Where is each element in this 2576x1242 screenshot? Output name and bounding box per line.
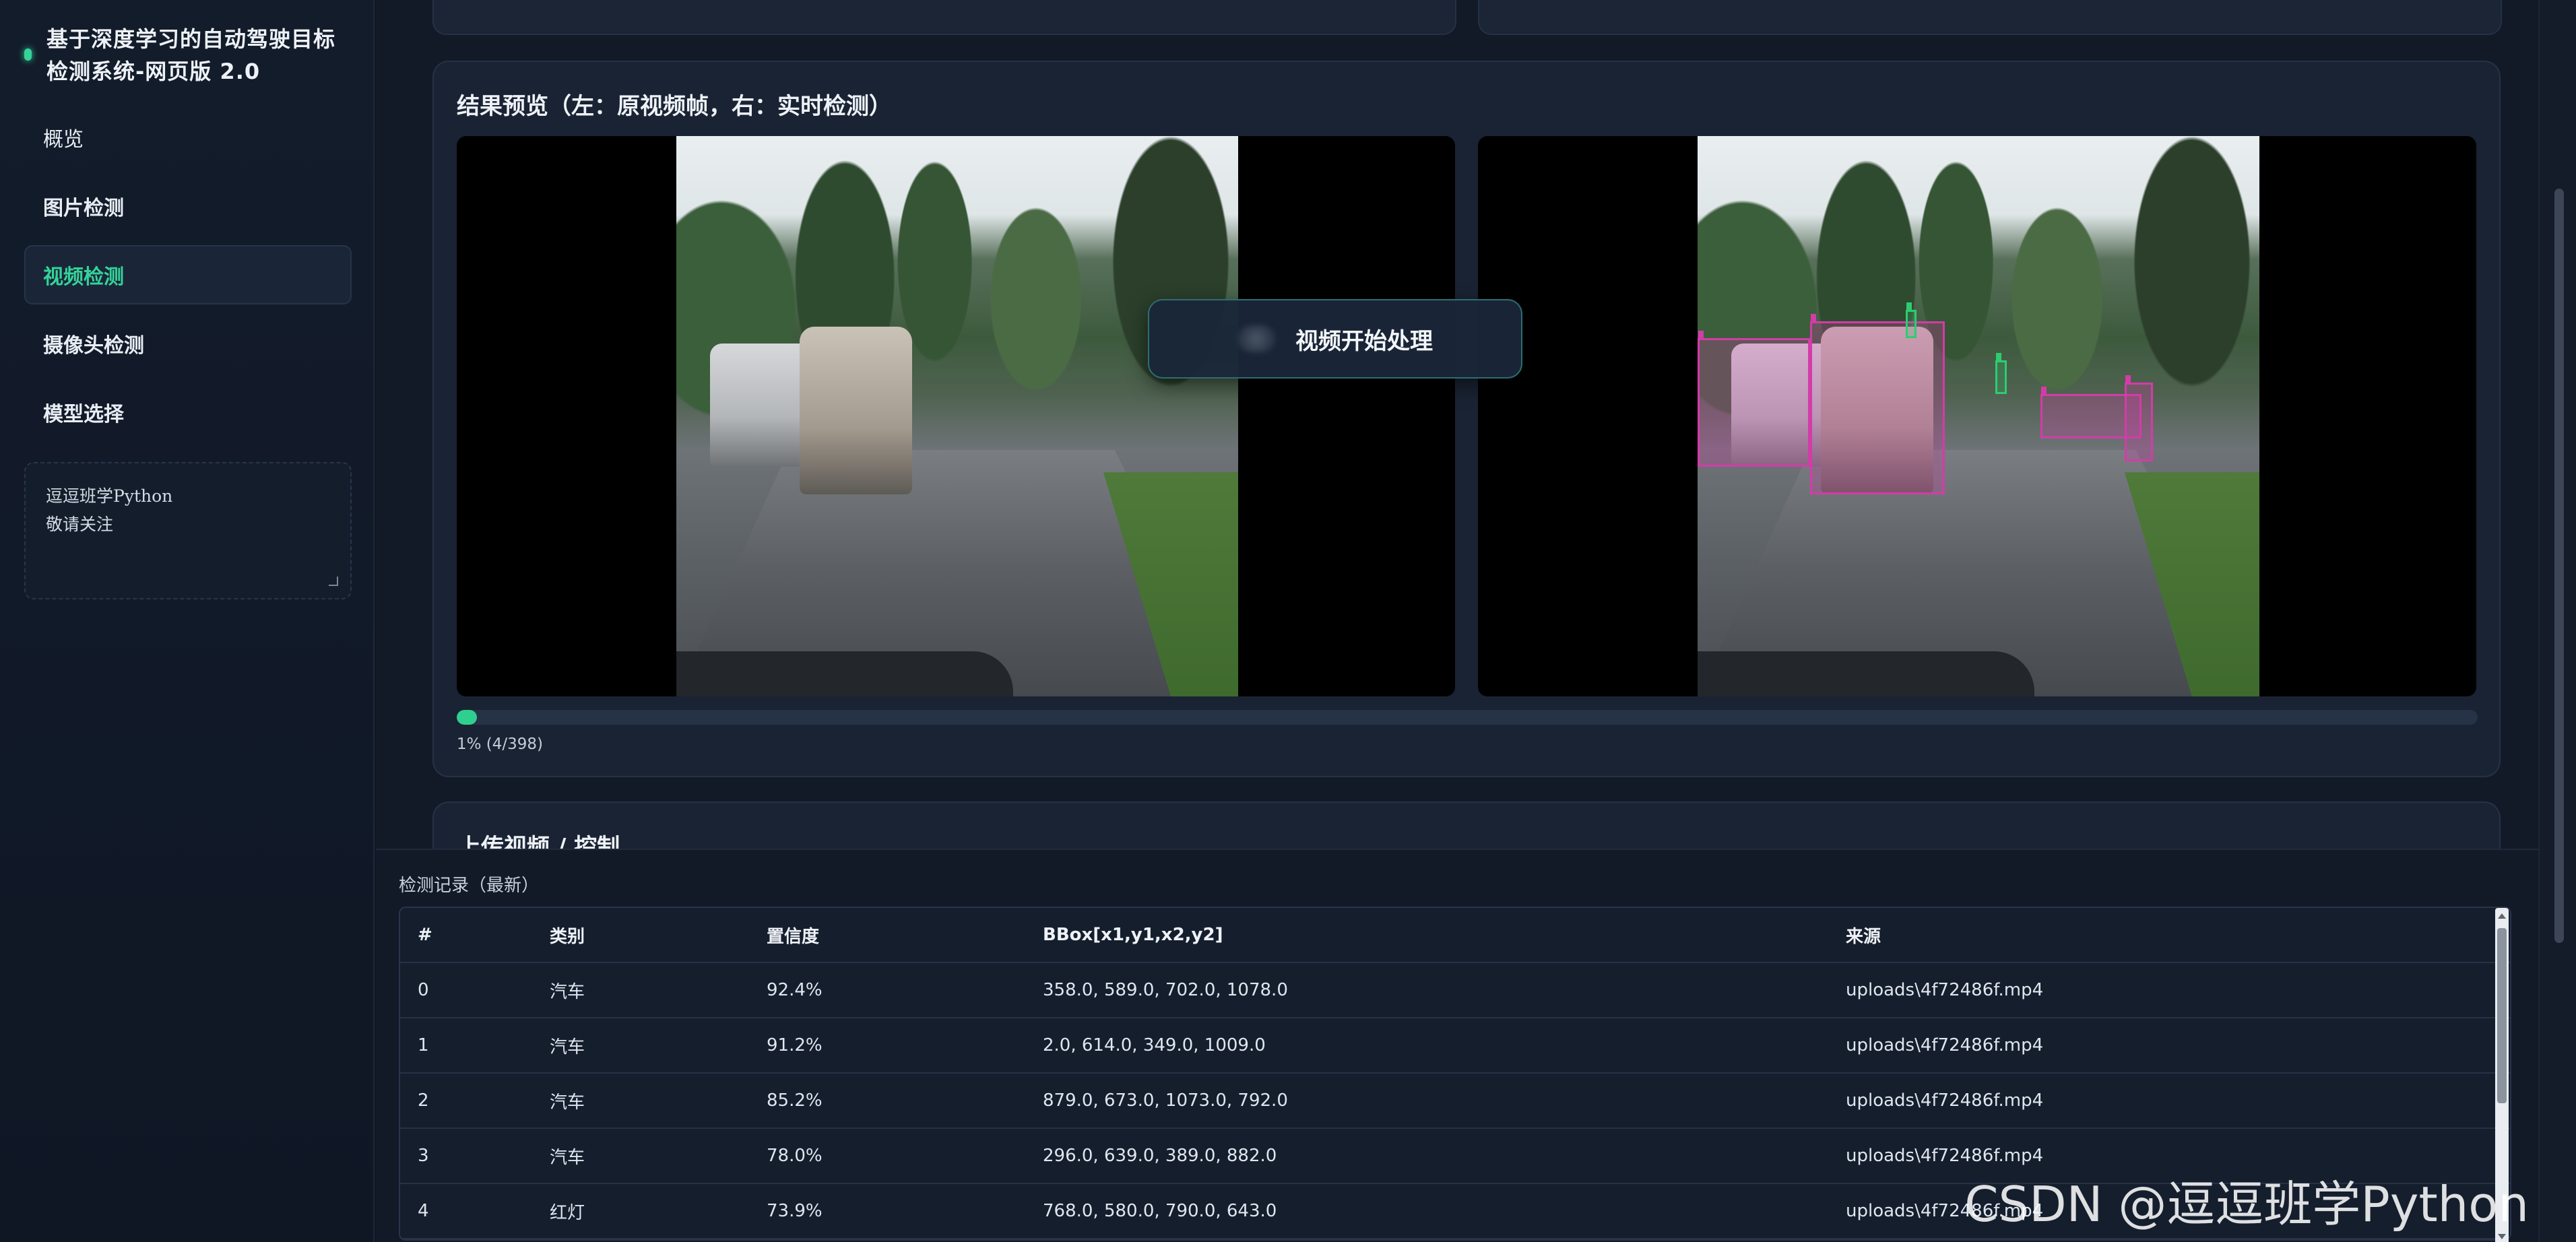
column-header[interactable]: 置信度 <box>749 923 1025 948</box>
cell-source: uploads\4f72486f.mp4 <box>1846 1146 2044 1166</box>
detection-box <box>1809 313 1945 495</box>
cell-class: 汽车 <box>550 1147 585 1168</box>
original-frame <box>457 136 1455 696</box>
cell-index: 1 <box>418 1035 429 1055</box>
toast-notification: 视频开始处理 <box>1148 299 1522 379</box>
brand: 基于深度学习的自动驾驶目标检测系统-网页版 2.0 <box>24 23 348 88</box>
toast-text: 视频开始处理 <box>1295 327 1433 355</box>
cell-bbox: 358.0, 589.0, 702.0, 1078.0 <box>1043 980 1288 1000</box>
detection-box-tag <box>1810 313 1816 322</box>
cell-confidence: 85.2% <box>767 1090 823 1111</box>
sidebar-item-label: 视频检测 <box>43 265 124 289</box>
cell-index: 2 <box>418 1090 429 1111</box>
detection-box-tag <box>2040 386 2047 395</box>
sidebar: 基于深度学习的自动驾驶目标检测系统-网页版 2.0 概览 图片检测 视频检测 摄… <box>0 0 375 1242</box>
cell-class: 红灯 <box>550 1202 585 1223</box>
scroll-up-icon[interactable] <box>2498 913 2506 919</box>
sidebar-item-label: 图片检测 <box>43 197 124 220</box>
preview-card: 结果预览（左：原视频帧，右：实时检测） 视频开始处理 1% (4/398) <box>432 61 2501 777</box>
detection-box-tag <box>1906 302 1912 310</box>
video-frame-image <box>676 136 1238 696</box>
column-header[interactable]: 类别 <box>532 923 749 948</box>
sidebar-nav: 概览 图片检测 视频检测 摄像头检测 模型选择 <box>24 108 352 451</box>
scene-dashboard <box>1698 651 2035 696</box>
sidebar-item-model-selection[interactable]: 模型选择 <box>24 383 352 442</box>
progress-bar <box>457 710 2478 725</box>
detected-frame <box>1478 136 2476 696</box>
scrollbar-thumb[interactable] <box>2554 189 2564 943</box>
app-title: 基于深度学习的自动驾驶目标检测系统-网页版 2.0 <box>46 26 336 84</box>
cell-confidence: 92.4% <box>767 980 823 1000</box>
detection-box-tag <box>1996 352 2002 361</box>
column-header[interactable]: 来源 <box>1828 923 2510 948</box>
preview-title: 结果预览（左：原视频帧，右：实时检测） <box>457 93 892 120</box>
note-line: 逗逗班学Python <box>46 486 173 506</box>
top-card-left <box>432 0 1456 35</box>
cell-source: uploads\4f72486f.mp4 <box>1846 1090 2044 1111</box>
page-scrollbar[interactable] <box>2538 0 2576 1242</box>
detection-box <box>1698 330 1810 467</box>
detection-box <box>1905 302 1917 338</box>
watermark: CSDN @逗逗班学Python <box>1964 1176 2529 1233</box>
detection-box-tag <box>2125 375 2131 384</box>
cell-bbox: 2.0, 614.0, 349.0, 1009.0 <box>1043 1035 1266 1055</box>
cell-confidence: 73.9% <box>767 1201 823 1221</box>
toast-icon <box>1237 325 1275 352</box>
progress-label: 1% (4/398) <box>457 736 544 753</box>
scene-car <box>800 326 913 495</box>
detection-box-tag <box>1698 330 1704 339</box>
table-row[interactable]: 1 汽车 91.2% 2.0, 614.0, 349.0, 1009.0 upl… <box>400 1018 2510 1074</box>
cell-class: 汽车 <box>550 981 585 1002</box>
table-row[interactable]: 0 汽车 92.4% 358.0, 589.0, 702.0, 1078.0 u… <box>400 963 2510 1018</box>
status-dot <box>24 48 32 61</box>
resize-handle-icon[interactable] <box>329 577 338 586</box>
video-frame-image <box>1698 136 2259 696</box>
cell-class: 汽车 <box>550 1092 585 1113</box>
cell-source: uploads\4f72486f.mp4 <box>1846 980 2044 1000</box>
cell-class: 汽车 <box>550 1037 585 1057</box>
cell-index: 0 <box>418 980 429 1000</box>
column-header[interactable]: # <box>400 925 532 945</box>
progress-fill <box>457 710 477 725</box>
cell-confidence: 91.2% <box>767 1035 823 1055</box>
table-row[interactable]: 2 汽车 85.2% 879.0, 673.0, 1073.0, 792.0 u… <box>400 1074 2510 1129</box>
sidebar-item-label: 概览 <box>43 128 84 152</box>
sidebar-item-video-detection[interactable]: 视频检测 <box>24 245 352 304</box>
sidebar-item-label: 摄像头检测 <box>43 334 144 358</box>
top-card-right <box>1478 0 2502 35</box>
cell-source: uploads\4f72486f.mp4 <box>1846 1035 2044 1055</box>
cell-index: 4 <box>418 1201 429 1221</box>
sidebar-item-camera-detection[interactable]: 摄像头检测 <box>24 314 352 373</box>
scene-dashboard <box>676 651 1014 696</box>
cell-index: 3 <box>418 1146 429 1166</box>
cell-bbox: 296.0, 639.0, 389.0, 882.0 <box>1043 1146 1277 1166</box>
scrollbar-thumb[interactable] <box>2497 928 2507 1103</box>
cell-confidence: 78.0% <box>767 1146 823 1166</box>
detection-box <box>2124 375 2153 461</box>
column-header[interactable]: BBox[x1,y1,x2,y2] <box>1025 925 1828 945</box>
note-line: 敬请关注 <box>46 515 114 534</box>
sidebar-item-overview[interactable]: 概览 <box>24 108 352 167</box>
note-textarea[interactable]: 逗逗班学Python 敬请关注 <box>24 462 352 599</box>
table-header: # 类别 置信度 BBox[x1,y1,x2,y2] 来源 <box>400 908 2510 963</box>
cell-bbox: 879.0, 673.0, 1073.0, 792.0 <box>1043 1090 1288 1111</box>
sidebar-item-image-detection[interactable]: 图片检测 <box>24 176 352 236</box>
cell-bbox: 768.0, 580.0, 790.0, 643.0 <box>1043 1201 1277 1221</box>
sidebar-item-label: 模型选择 <box>43 403 124 426</box>
detection-box <box>1995 352 2007 394</box>
log-title: 检测记录（最新） <box>399 876 540 896</box>
